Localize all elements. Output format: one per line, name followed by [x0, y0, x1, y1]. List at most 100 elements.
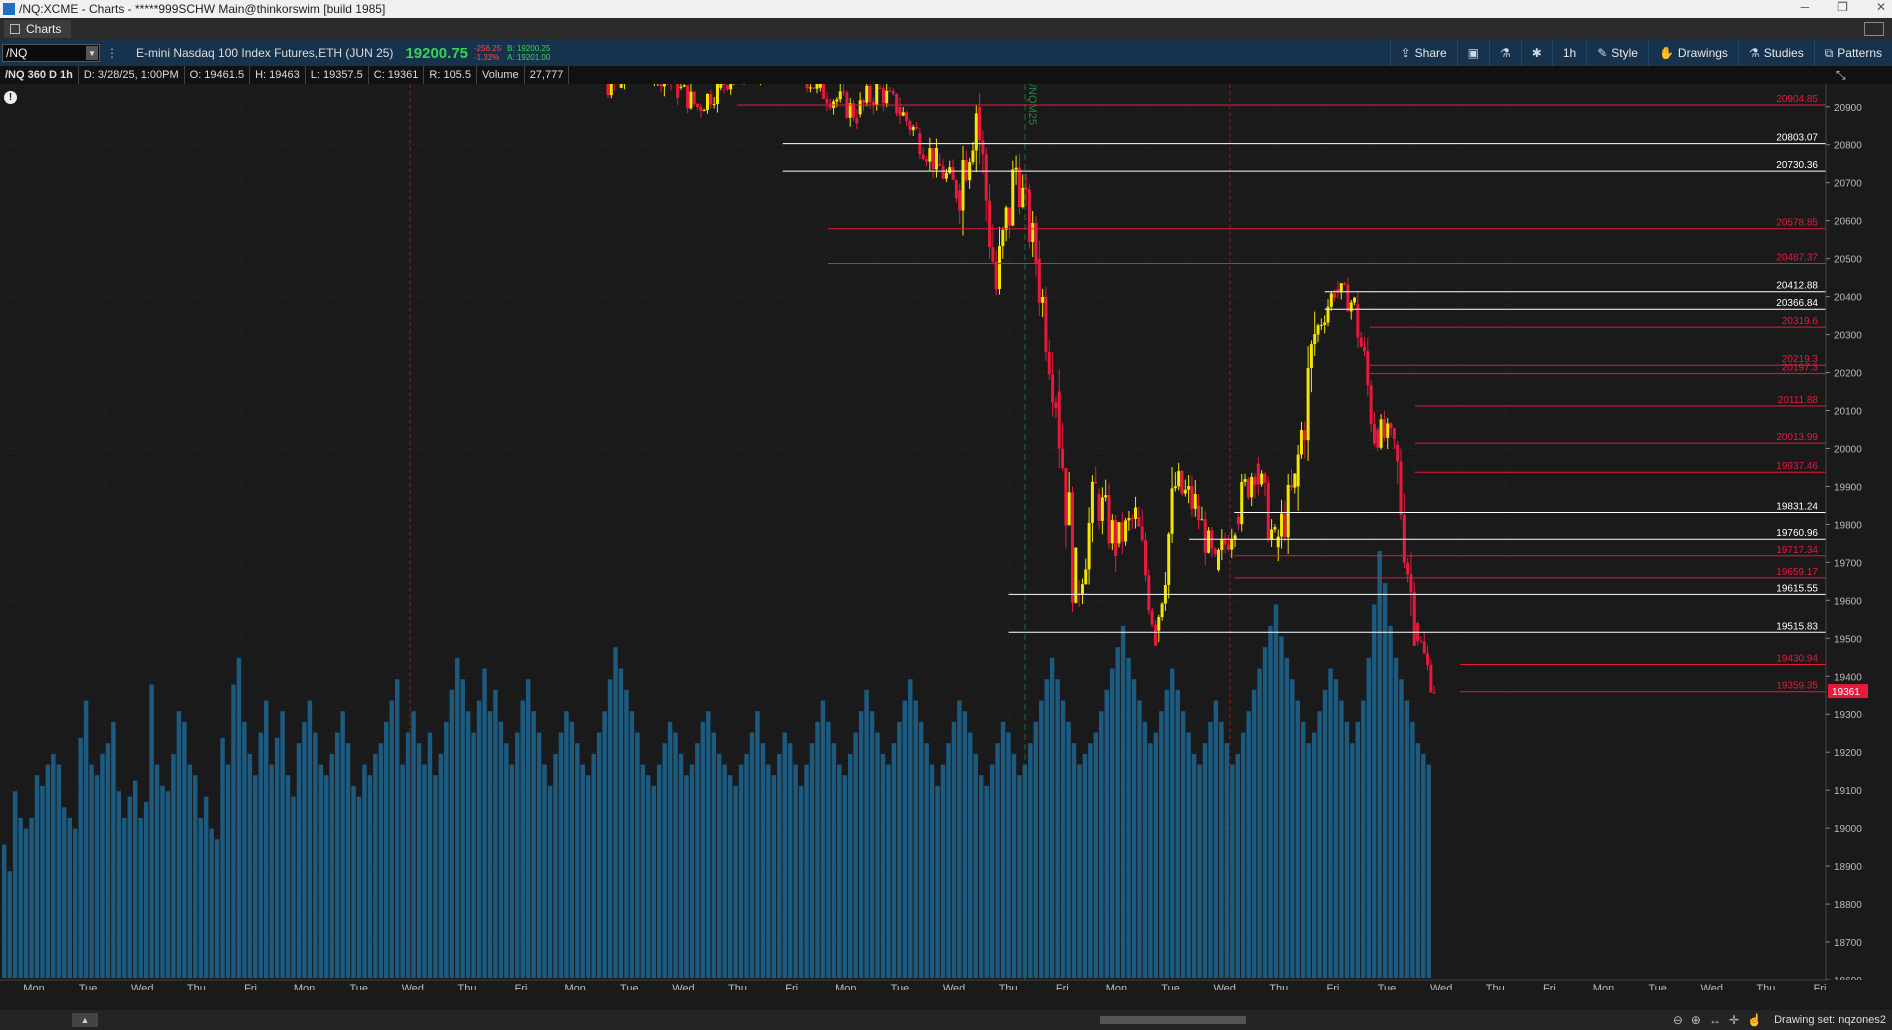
volume-bar — [771, 775, 777, 978]
candle-body — [1220, 539, 1224, 550]
volume-bar — [1055, 679, 1060, 978]
volume-bar — [127, 796, 132, 978]
candle-body — [712, 104, 716, 106]
volume-bar — [225, 764, 231, 978]
status-bar: ▲ ⊖ ⊕ ↔ ✛ ☝ Drawing set: nqzones2 — [0, 1010, 1892, 1030]
volume-bar — [291, 796, 296, 978]
time-tick-label: Tue — [1161, 983, 1180, 990]
style-button[interactable]: ✎ Style — [1586, 40, 1648, 66]
volume-bar — [995, 743, 1000, 978]
volume-bar — [1257, 668, 1262, 978]
hand-icon[interactable]: ☝ — [1747, 1013, 1762, 1027]
price-level-label: 19760.96 — [1776, 528, 1818, 539]
candle-body — [1044, 296, 1048, 353]
candle-body — [1054, 402, 1058, 409]
drawings-button[interactable]: ✋ Drawings — [1647, 40, 1738, 66]
volume-bar — [263, 700, 269, 978]
volume-bar — [1006, 732, 1011, 978]
candle-body — [1250, 476, 1254, 498]
chart-area[interactable]: /NQM25 20904.85 20803.07 20730.36 20578.85 20… — [0, 84, 1892, 990]
price-tick-label: 19600 — [1834, 596, 1862, 607]
share-button[interactable]: ⇪ Share — [1389, 40, 1457, 66]
volume-bar — [1049, 657, 1055, 978]
candle-body — [1333, 293, 1337, 298]
candle-body — [1057, 391, 1061, 449]
volume-bar — [749, 732, 755, 978]
volume-bar — [640, 764, 646, 978]
layout-icon[interactable] — [1864, 22, 1884, 36]
candle-body — [998, 246, 1001, 290]
alert-icon[interactable]: ! — [4, 91, 17, 104]
crosshair-icon[interactable]: ✛ — [1729, 1013, 1739, 1027]
candle-body — [1396, 444, 1400, 462]
volume-bar — [580, 764, 586, 978]
volume-bar — [302, 721, 307, 978]
candle-body — [619, 84, 623, 88]
candle-body — [1389, 423, 1393, 429]
volume-bar — [678, 753, 684, 978]
close-button[interactable]: ✕ — [1876, 0, 1886, 14]
zoom-out-icon[interactable]: ⊖ — [1673, 1013, 1683, 1027]
candle-body — [934, 147, 938, 170]
last-price-marker-label: 19361 — [1832, 687, 1860, 698]
volume-bar — [1208, 721, 1213, 978]
price-level-label: 20803.07 — [1776, 133, 1818, 144]
candle-body — [1419, 641, 1423, 643]
volume-bar — [231, 684, 236, 978]
time-tick-label: Thu — [1486, 983, 1505, 990]
price-level-label: 20366.84 — [1776, 298, 1818, 309]
volume-bar — [1099, 711, 1104, 978]
bar-low: L: 19357.5 — [306, 66, 369, 84]
minimize-button[interactable]: ─ — [1801, 0, 1810, 14]
pan-icon[interactable]: ↔ — [1709, 1013, 1721, 1027]
collapse-icon[interactable]: ▲ — [72, 1013, 98, 1027]
price-tick-label: 20600 — [1834, 217, 1862, 228]
volume-bar — [487, 711, 493, 978]
link-icon[interactable]: ⋮ — [106, 46, 118, 60]
chevron-down-icon[interactable]: ▼ — [86, 46, 98, 60]
price-level-label: 19615.55 — [1776, 583, 1818, 594]
volume-bar — [422, 764, 427, 978]
volume-bar — [902, 700, 908, 978]
volume-bar — [787, 743, 793, 978]
volume-bar — [727, 775, 733, 978]
volume-bar — [438, 753, 444, 978]
flask-button[interactable]: ⚗ — [1489, 40, 1521, 66]
tab-charts[interactable]: Charts — [4, 20, 72, 38]
candle-body — [1392, 428, 1396, 439]
studies-button[interactable]: ⚗ Studies — [1737, 40, 1814, 66]
volume-bar — [1246, 711, 1251, 978]
candle-body — [1051, 374, 1055, 403]
patterns-button[interactable]: ⧉ Patterns — [1813, 40, 1892, 66]
candle-body — [1173, 486, 1177, 489]
chart-title: /NQ 360 D 1h — [0, 66, 79, 84]
candle-body — [981, 140, 985, 155]
expand-icon[interactable]: ⤡ — [1836, 68, 1846, 83]
volume-bar — [209, 828, 214, 978]
volume-bar — [766, 764, 771, 978]
grid-icon: ▣ — [1467, 46, 1480, 60]
volume-bar — [160, 785, 165, 978]
price-chart[interactable]: /NQM25 20904.8520803.0720730.3620578.8520… — [0, 84, 1892, 990]
candle-body — [1230, 539, 1234, 550]
timeframe-button[interactable]: 1h — [1551, 40, 1586, 66]
candle-body — [679, 86, 683, 88]
app-icon — [3, 3, 15, 15]
style-icon: ✎ — [1597, 46, 1608, 60]
zoom-in-icon[interactable]: ⊕ — [1691, 1013, 1701, 1027]
grid-button[interactable]: ▣ — [1456, 40, 1489, 66]
settings-button[interactable]: ✱ — [1520, 40, 1552, 66]
price-level-label: 20487.37 — [1776, 252, 1818, 263]
grid-icon — [10, 24, 20, 34]
volume-bar — [18, 817, 23, 978]
volume-bar — [72, 828, 78, 978]
volume-bar — [1170, 668, 1175, 978]
time-tick-label: Wed — [672, 983, 694, 990]
volume-bar — [29, 817, 34, 978]
volume-bar — [493, 689, 498, 978]
horizontal-scrollbar[interactable] — [1100, 1016, 1246, 1024]
time-tick-label: Fri — [1326, 983, 1339, 990]
price-tick-label: 20300 — [1834, 331, 1862, 342]
candle-body — [1323, 322, 1327, 325]
maximize-button[interactable]: ❐ — [1837, 0, 1848, 14]
